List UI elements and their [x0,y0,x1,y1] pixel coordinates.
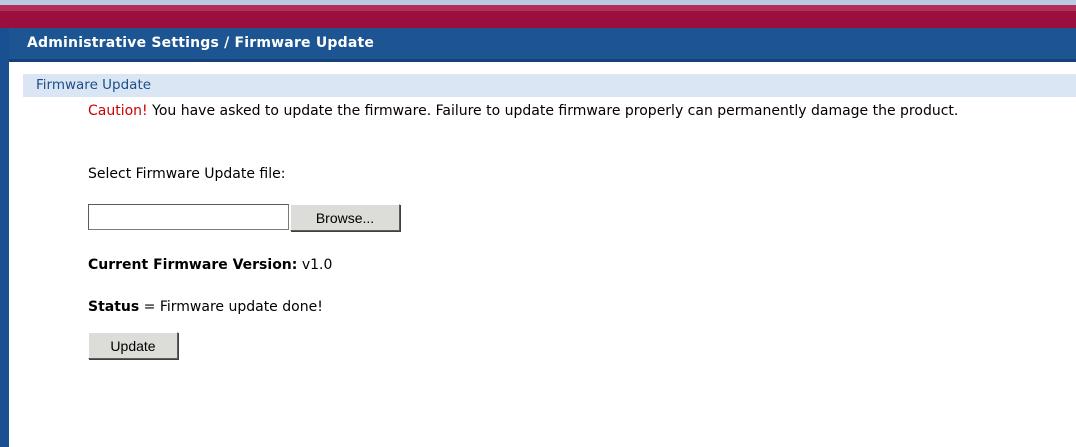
status-separator: = [139,299,160,315]
firmware-version-line: Current Firmware Version: v1.0 [88,257,332,273]
update-button[interactable]: Update [88,332,178,359]
caution-text: You have asked to update the firmware. F… [147,103,959,119]
file-select-label: Select Firmware Update file: [88,166,286,182]
page-title: Administrative Settings / Firmware Updat… [27,35,375,51]
page-title-bar: Administrative Settings / Firmware Updat… [9,28,1076,62]
status-value: Firmware update done! [159,299,323,315]
firmware-version-label: Current Firmware Version: [88,257,298,273]
firmware-update-panel: Caution! You have asked to update the fi… [88,102,1048,359]
firmware-version-value: v1.0 [297,257,333,273]
section-title: Firmware Update [36,77,152,93]
caution-label: Caution! [88,103,148,119]
status-line: Status = Firmware update done! [88,299,323,315]
status-label: Status [88,299,140,315]
caution-message: Caution! You have asked to update the fi… [88,102,1048,120]
top-banner-highlight [0,5,1076,11]
browse-button[interactable]: Browse... [290,204,400,231]
section-header: Firmware Update [23,74,1076,97]
left-frame-rail [0,28,9,447]
firmware-file-input[interactable] [88,204,289,230]
